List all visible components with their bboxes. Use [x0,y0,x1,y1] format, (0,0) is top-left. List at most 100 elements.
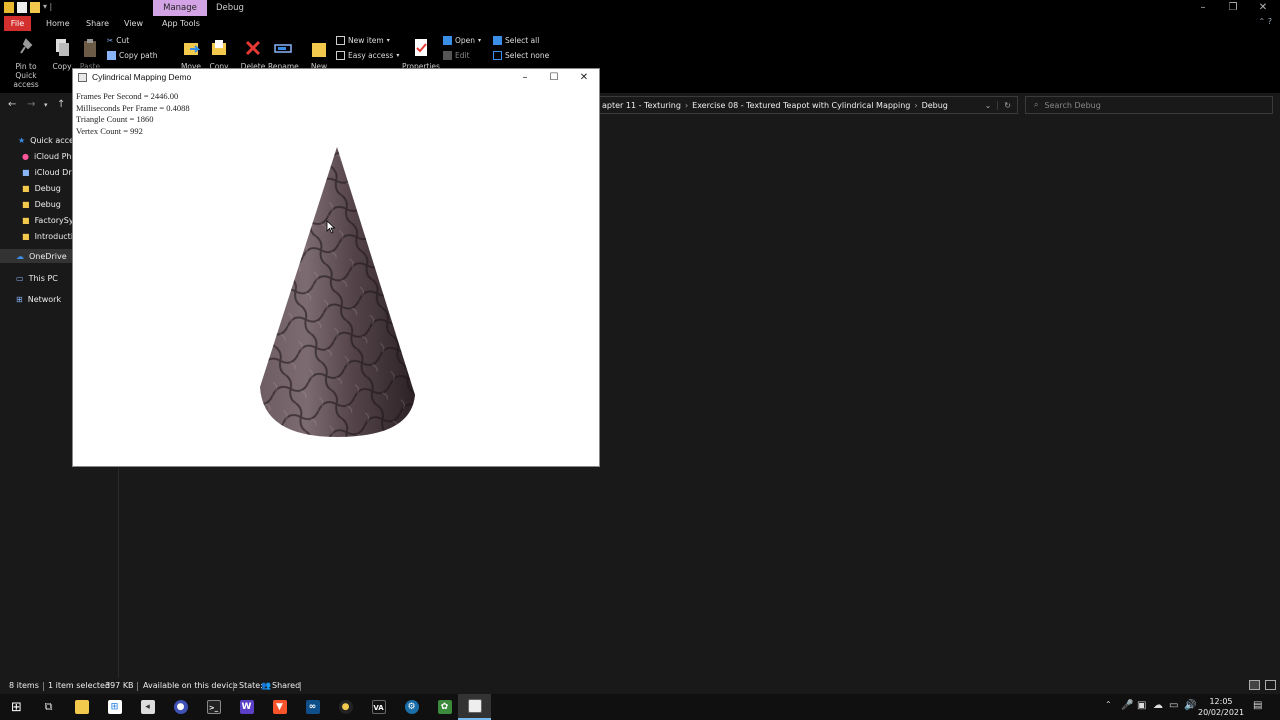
nav-debug-2[interactable]: ■ Debug [22,197,61,211]
up-arrow-icon[interactable]: ↑ [57,99,65,110]
taskbar-terminal[interactable]: >_ [197,694,230,720]
copy-path-button[interactable]: Copy path [107,51,157,60]
select-none-icon [493,51,502,60]
taskbar-app-10[interactable]: VA [362,694,395,720]
new-item-button[interactable]: New item ▾ [336,36,390,45]
shared-status: Shared [272,681,301,690]
open-button[interactable]: Open ▾ [443,36,481,45]
refresh-icon[interactable]: ↻ [997,100,1017,110]
system-clock[interactable]: 12:05 20/02/2021 [1198,696,1244,718]
tab-manage[interactable]: Manage [153,0,207,16]
pane-divider[interactable] [118,468,119,678]
taskbar-brave[interactable]: ▼ [263,694,296,720]
rename-button[interactable]: Rename [268,37,299,71]
nav-this-pc[interactable]: ▭ This PC [16,271,58,285]
select-all-icon [493,36,502,45]
new-folder-button[interactable]: New [308,37,330,71]
nav-onedrive[interactable]: ☁ OneDrive [0,249,72,263]
new-folder-icon [312,43,326,57]
tab-view[interactable]: View [118,16,149,31]
cut-button[interactable]: ✂ Cut [107,36,129,45]
textured-cone-render [260,147,415,437]
taskbar-lock-app[interactable]: ● [164,694,197,720]
move-to-button[interactable]: Move [179,37,203,71]
show-hidden-icons-chevron[interactable]: ⌃ [1105,700,1112,709]
new-folder-icon[interactable] [30,2,40,13]
properties-button[interactable]: Properties [402,37,440,71]
select-none-button[interactable]: Select none [493,51,549,60]
explorer-titlebar: ▾ | Manage Debug – ❐ ✕ [0,0,1280,16]
terminal-icon: >_ [206,700,221,714]
notifications-icon[interactable]: ▤ [1253,700,1262,711]
taskbar-app-9[interactable]: ● [329,694,362,720]
nav-factorysys[interactable]: ■ FactorySys [22,213,78,227]
delete-button[interactable]: Delete [240,37,266,71]
app-icon: ● [338,700,353,714]
select-all-button[interactable]: Select all [493,36,539,45]
clock-time: 12:05 [1209,697,1233,706]
breadcrumb-exercise[interactable]: Exercise 08 - Textured Teapot with Cylin… [688,101,914,110]
app-window-icon [467,699,482,713]
brave-lion-icon: ▼ [272,700,287,714]
tab-file[interactable]: File [4,16,31,31]
taskbar-app-12[interactable]: ✿ [428,694,461,720]
onedrive-cloud-icon[interactable]: ☁ [1153,700,1163,711]
customize-toolbar-icon[interactable]: ▾ | [43,2,52,13]
mouse-cursor-icon [326,220,336,234]
taskbar-cylindrical-demo[interactable] [458,694,491,720]
back-arrow-icon[interactable]: ← [8,99,16,110]
minimize-button[interactable]: – [1188,0,1218,16]
open-icon [443,36,452,45]
taskbar-steam[interactable]: ⚙ [395,694,428,720]
edit-icon [443,51,452,60]
restore-button[interactable]: ❐ [1218,0,1248,16]
microphone-icon[interactable]: 🎤 [1121,700,1133,711]
paste-button[interactable]: Paste [78,37,102,71]
nav-debug-1[interactable]: ■ Debug [22,181,61,195]
start-button[interactable]: ⊞ [0,694,33,720]
nav-icloud-photos[interactable]: ● iCloud Pho [22,149,76,163]
tab-home[interactable]: Home [40,16,76,31]
copy-to-button[interactable]: Copy [207,37,231,71]
copy-button[interactable]: Copy [52,37,72,71]
recent-locations-icon[interactable]: ▾ [44,101,48,109]
address-breadcrumb[interactable]: apter 11 - Texturing › Exercise 08 - Tex… [598,96,1018,114]
folder-icon: ■ [22,231,30,241]
details-view-icon[interactable] [1249,680,1260,690]
expand-ribbon-icon[interactable]: ⌃ ? [1259,17,1273,26]
nav-network[interactable]: ⊞ Network [16,292,61,306]
volume-icon[interactable]: 🔊 [1184,700,1196,711]
windows-logo-icon: ⊞ [11,699,22,715]
address-dropdown-icon[interactable]: ⌄ [985,101,998,110]
availability-status: Available on this device [143,681,238,690]
large-icons-view-icon[interactable] [1265,680,1276,690]
tab-app-tools[interactable]: App Tools [156,16,206,31]
taskbar-visual-studio[interactable]: ∞ [296,694,329,720]
nav-quick-access[interactable]: ★ Quick acces [18,133,78,147]
edit-button[interactable]: Edit [443,51,470,60]
rename-icon [274,44,292,53]
tab-share[interactable]: Share [80,16,115,31]
item-count: 8 items [9,681,39,690]
breadcrumb-chapter[interactable]: apter 11 - Texturing [598,101,685,110]
device-icon[interactable]: ▣ [1137,700,1146,711]
easy-access-button[interactable]: Easy access ▾ [336,51,399,60]
folder-icon[interactable] [4,2,14,13]
taskbar-file-explorer[interactable] [65,694,98,720]
folder-icon [74,700,89,714]
breadcrumb-debug[interactable]: Debug [918,101,952,110]
taskbar-app-2[interactable]: ◂ [131,694,164,720]
nav-icloud-drive[interactable]: ■ iCloud Dri [22,165,74,179]
close-button[interactable]: ✕ [1248,0,1278,16]
taskbar-store[interactable]: ⊞ [98,694,131,720]
new-item-icon [336,36,345,45]
forward-arrow-icon[interactable]: → [27,99,35,110]
task-view-button[interactable]: ⧉ [32,694,65,720]
taskbar-word[interactable]: W [230,694,263,720]
network-icon[interactable]: ▭ [1169,700,1178,711]
store-bag-icon: ⊞ [107,700,122,714]
properties-check-icon[interactable] [17,2,27,13]
search-input[interactable]: ⌕ Search Debug [1025,96,1273,114]
pin-to-quick-access-button[interactable]: Pin to Quick access [4,37,48,89]
nav-introduction[interactable]: ■ Introductio [22,229,78,243]
